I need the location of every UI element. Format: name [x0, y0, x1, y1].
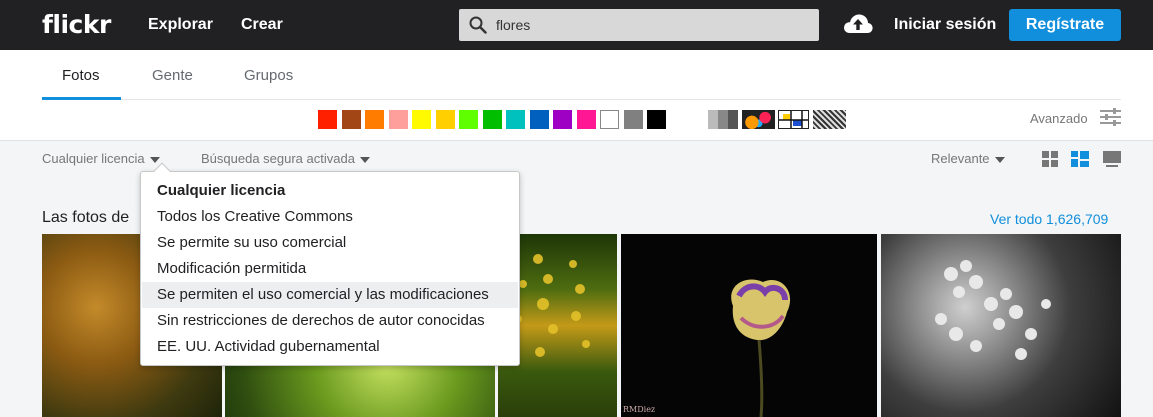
- single-view-icon[interactable]: [1103, 151, 1121, 172]
- color-swatch[interactable]: [553, 110, 572, 129]
- color-swatch[interactable]: [365, 110, 384, 129]
- license-option-modification[interactable]: Modificación permitida: [142, 256, 518, 282]
- justified-view-icon[interactable]: [1071, 151, 1089, 172]
- upload-cloud-icon[interactable]: [842, 10, 874, 41]
- signup-button[interactable]: Regístrate: [1009, 9, 1121, 41]
- nav-explore-link[interactable]: Explorar: [148, 16, 213, 34]
- chevron-down-icon: [359, 156, 370, 163]
- advanced-search-label[interactable]: Avanzado: [1030, 111, 1088, 126]
- signin-link[interactable]: Iniciar sesión: [894, 16, 996, 34]
- active-tab-indicator: [42, 97, 121, 100]
- photo-thumbnail[interactable]: RMDiez: [621, 234, 877, 417]
- search-input[interactable]: flores: [496, 17, 530, 33]
- license-option-commercial[interactable]: Se permite su uso comercial: [142, 230, 518, 256]
- chevron-down-icon: [149, 156, 160, 163]
- color-swatch[interactable]: [600, 110, 619, 129]
- photo-thumbnail[interactable]: [881, 234, 1121, 417]
- color-swatch[interactable]: [435, 110, 455, 129]
- chevron-down-icon: [994, 156, 1005, 163]
- color-swatch[interactable]: [506, 110, 525, 129]
- color-swatch[interactable]: [529, 110, 549, 129]
- color-swatch[interactable]: [318, 110, 337, 129]
- sort-label: Relevante: [931, 151, 990, 166]
- license-filter-label: Cualquier licencia: [42, 151, 145, 166]
- color-swatch[interactable]: [647, 110, 666, 129]
- safe-search-dropdown[interactable]: Búsqueda segura activada: [201, 151, 370, 166]
- filters-sliders-icon[interactable]: [1100, 108, 1121, 131]
- tabs-divider: [42, 99, 1121, 100]
- search-box[interactable]: flores: [459, 9, 819, 41]
- tab-groups[interactable]: Grupos: [244, 67, 293, 84]
- license-menu: Cualquier licencia Todos los Creative Co…: [140, 162, 520, 366]
- license-option-any[interactable]: Cualquier licencia: [142, 178, 518, 204]
- photo-signature: RMDiez: [623, 405, 656, 414]
- color-swatch[interactable]: [341, 110, 361, 129]
- license-option-no-known-copyright[interactable]: Sin restricciones de derechos de autor c…: [142, 308, 518, 334]
- flickr-logo[interactable]: flickr: [42, 10, 111, 39]
- color-swatch[interactable]: [388, 110, 408, 129]
- grid-view-icon[interactable]: [1042, 151, 1058, 172]
- search-icon[interactable]: [469, 16, 487, 39]
- color-swatch[interactable]: [482, 110, 502, 129]
- license-filter-dropdown[interactable]: Cualquier licencia: [42, 151, 160, 166]
- patterns-style-swatch[interactable]: [813, 110, 846, 129]
- nav-create-link[interactable]: Crear: [241, 16, 283, 34]
- shallow-depth-style-swatch[interactable]: [742, 110, 775, 129]
- color-swatch[interactable]: [459, 110, 478, 129]
- tab-people[interactable]: Gente: [152, 67, 193, 84]
- search-subheader: Fotos Gente Grupos Avanzado: [0, 50, 1153, 141]
- color-swatch[interactable]: [623, 110, 643, 129]
- safe-search-label: Búsqueda segura activada: [201, 151, 355, 166]
- license-option-creative-commons[interactable]: Todos los Creative Commons: [142, 204, 518, 230]
- color-swatch[interactable]: [576, 110, 596, 129]
- minimalist-style-swatch[interactable]: [778, 110, 809, 129]
- tab-photos[interactable]: Fotos: [62, 67, 100, 84]
- license-option-commercial-modification[interactable]: Se permiten el uso comercial y las modif…: [142, 282, 518, 308]
- license-option-us-government[interactable]: EE. UU. Actividad gubernamental: [142, 334, 518, 360]
- section-title: Las fotos de: [42, 209, 130, 226]
- see-all-link[interactable]: Ver todo 1,626,709: [990, 211, 1108, 227]
- top-navbar: flickr Explorar Crear flores Iniciar ses…: [0, 0, 1153, 50]
- black-white-style-swatch[interactable]: [708, 110, 738, 129]
- color-swatch[interactable]: [412, 110, 431, 129]
- sort-dropdown[interactable]: Relevante: [931, 151, 1005, 166]
